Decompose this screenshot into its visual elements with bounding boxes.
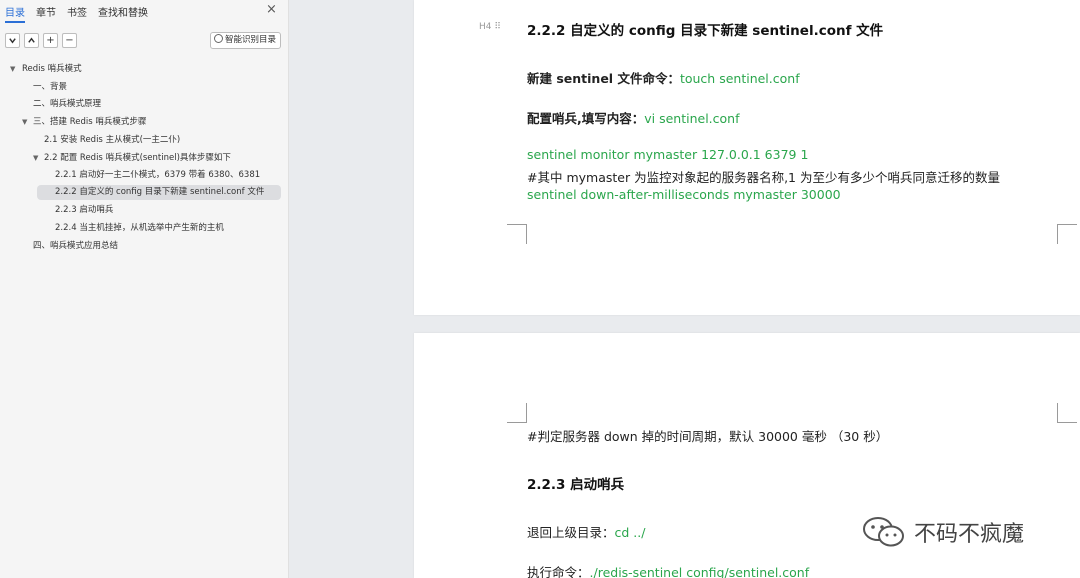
expand-button[interactable] — [24, 33, 39, 48]
new-file-label: 新建 sentinel 文件命令： — [527, 71, 680, 86]
watermark-text: 不码不疯魔 — [914, 522, 1025, 547]
line-comment-mymaster: #其中 mymaster 为监控对象起的服务器名称,1 为至少有多少个哨兵同意迁… — [527, 170, 1000, 185]
paragraph-back-dir: 退回上级目录：cd ../ — [527, 522, 645, 541]
navigation-pane: 目录 章节 书签 查找和替换 × + − 智能识别目录 ▼ Redis 哨兵模式… — [0, 0, 289, 578]
smart-icon — [214, 34, 223, 43]
toc-label: 2.2.4 当主机挂掉，从机选举中产生新的主机 — [55, 223, 224, 233]
toc-label: 2.1 安装 Redis 主从模式(一主二仆) — [44, 135, 181, 145]
line-down-after: sentinel down-after-milliseconds mymaste… — [527, 187, 841, 202]
page-corner-mark — [507, 403, 527, 423]
chevron-up-icon — [28, 37, 35, 43]
line-comment-down: #判定服务器 down 掉的时间周期，默认 30000 毫秒 （30 秒） — [527, 429, 889, 444]
toc-item-redis-sentinel[interactable]: ▼ Redis 哨兵模式 — [10, 62, 82, 77]
watermark: 不码不疯魔 — [862, 510, 1062, 550]
toc-item-summary[interactable]: 四、哨兵模式应用总结 — [20, 239, 118, 254]
caret-down-icon[interactable]: ▼ — [33, 151, 38, 166]
toc-label: 2.2 配置 Redis 哨兵模式(sentinel)具体步骤如下 — [44, 153, 231, 163]
toc-item-2-2-4[interactable]: 2.2.4 当主机挂掉，从机选举中产生新的主机 — [55, 221, 224, 236]
heading-drag-handle[interactable]: H4 ⠿ — [479, 22, 501, 32]
page-corner-mark — [507, 224, 527, 244]
toc-label: 2.2.2 自定义的 config 目录下新建 sentinel.conf 文件 — [55, 187, 265, 197]
toc-item-background[interactable]: 一、背景 — [20, 80, 67, 95]
page-corner-mark — [1057, 403, 1077, 423]
exec-command: ./redis-sentinel config/sentinel.conf — [589, 565, 810, 578]
heading-2-2-2: 2.2.2 自定义的 config 目录下新建 sentinel.conf 文件 — [527, 23, 884, 39]
paragraph-new-file: 新建 sentinel 文件命令：touch sentinel.conf — [527, 68, 800, 87]
toc-label: Redis 哨兵模式 — [22, 64, 82, 74]
toc-item-setup-steps[interactable]: ▼ 三、搭建 Redis 哨兵模式步骤 — [22, 115, 146, 130]
toc-item-2-1[interactable]: 2.1 安装 Redis 主从模式(一主二仆) — [44, 133, 180, 148]
add-heading-button[interactable]: + — [43, 33, 58, 48]
toc-item-2-2[interactable]: ▼ 2.2 配置 Redis 哨兵模式(sentinel)具体步骤如下 — [33, 151, 231, 166]
config-command: vi sentinel.conf — [644, 111, 740, 126]
toc-label: 四、哨兵模式应用总结 — [33, 241, 119, 251]
toc-item-principle[interactable]: 二、哨兵模式原理 — [20, 97, 101, 112]
tab-toc[interactable]: 目录 — [5, 4, 25, 23]
paragraph-config: 配置哨兵,填写内容：vi sentinel.conf — [527, 108, 740, 127]
tab-bookmarks[interactable]: 书签 — [67, 4, 87, 19]
caret-down-icon[interactable]: ▼ — [10, 62, 15, 77]
caret-down-icon[interactable]: ▼ — [22, 115, 27, 130]
chevron-down-icon — [9, 38, 16, 44]
document-page[interactable]: H4 ⠿ 2.2.2 自定义的 config 目录下新建 sentinel.co… — [414, 0, 1080, 315]
toc-item-2-2-1[interactable]: 2.2.1 启动好一主二仆模式，6379 带着 6380、6381 — [55, 168, 260, 183]
new-file-command: touch sentinel.conf — [679, 71, 800, 86]
close-icon[interactable]: × — [266, 2, 277, 17]
back-dir-command: cd ../ — [614, 525, 646, 540]
toc-label: 2.2.3 启动哨兵 — [55, 205, 114, 215]
toc-label: 二、哨兵模式原理 — [33, 99, 102, 109]
toc-item-2-2-3[interactable]: 2.2.3 启动哨兵 — [55, 203, 113, 218]
line-sentinel-monitor: sentinel monitor mymaster 127.0.0.1 6379… — [527, 147, 809, 162]
page-corner-mark — [1057, 224, 1077, 244]
smart-toc-label: 智能识别目录 — [225, 35, 277, 45]
collapse-button[interactable] — [5, 33, 20, 48]
back-dir-label: 退回上级目录： — [527, 525, 615, 540]
pane-tabs: 目录 章节 书签 查找和替换 × — [0, 0, 289, 24]
toc-label: 一、背景 — [33, 82, 68, 92]
wechat-logo-icon — [863, 517, 904, 547]
smart-toc-button[interactable]: 智能识别目录 — [210, 32, 282, 49]
exec-label: 执行命令： — [527, 565, 590, 578]
toc-toolbar: + − 智能识别目录 — [0, 32, 289, 52]
toc-item-2-2-2[interactable]: 2.2.2 自定义的 config 目录下新建 sentinel.conf 文件 — [37, 185, 281, 200]
tab-chapters[interactable]: 章节 — [36, 4, 56, 19]
toc-label: 2.2.1 启动好一主二仆模式，6379 带着 6380、6381 — [55, 170, 261, 180]
toc-label: 三、搭建 Redis 哨兵模式步骤 — [33, 117, 147, 127]
paragraph-exec: 执行命令：./redis-sentinel config/sentinel.co… — [527, 562, 809, 578]
tab-find-replace[interactable]: 查找和替换 — [98, 4, 148, 19]
remove-heading-button[interactable]: − — [62, 33, 77, 48]
config-label: 配置哨兵,填写内容： — [527, 111, 645, 126]
heading-2-2-3: 2.2.3 启动哨兵 — [527, 477, 625, 493]
